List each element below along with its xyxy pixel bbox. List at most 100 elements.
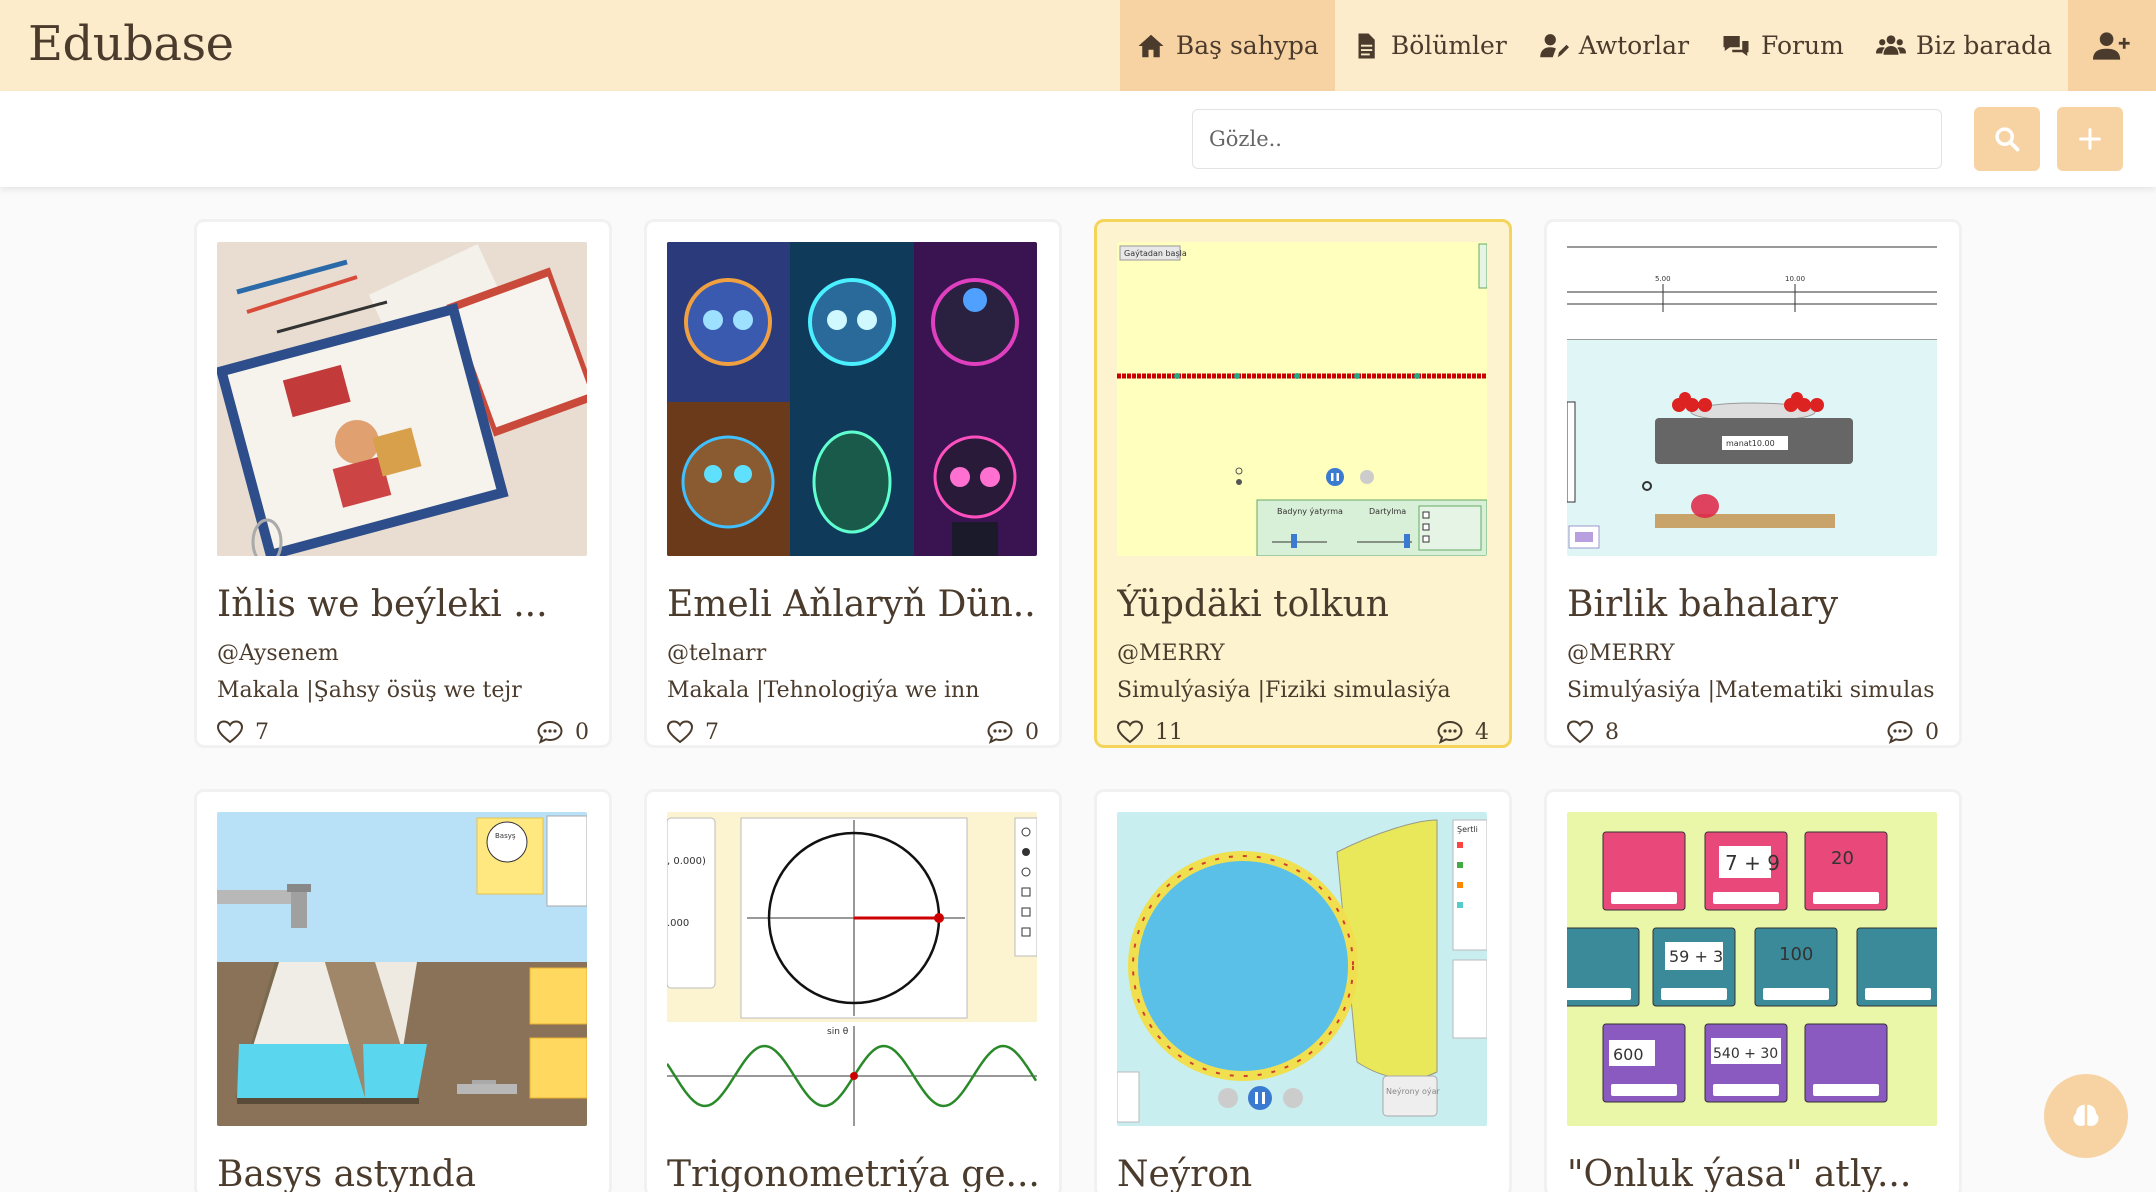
comment-button[interactable]: 0	[987, 720, 1039, 745]
comment-button[interactable]: 4	[1437, 720, 1489, 745]
search-icon	[1995, 127, 2020, 152]
card-author[interactable]: @telnarr	[667, 641, 1039, 666]
card-title[interactable]: Iňlis we beýleki ...	[217, 584, 589, 625]
like-count: 11	[1155, 719, 1183, 745]
post-card[interactable]: , 0.000) .000 sin θ Trigonometriýa ge...	[644, 789, 1062, 1192]
like-button[interactable]: 11	[1117, 720, 1183, 745]
wave-reset-label: Gaýtadan başla	[1124, 249, 1187, 258]
nav-about-label: Biz barada	[1915, 31, 2052, 60]
search-input[interactable]	[1192, 109, 1942, 169]
comments-icon	[1723, 35, 1749, 56]
game-card-2: 20	[1831, 848, 1854, 869]
card-footer: 7 0	[217, 719, 589, 745]
game-card-5: 600	[1613, 1045, 1644, 1064]
card-title[interactable]: Neýron	[1117, 1154, 1489, 1192]
post-card[interactable]: Emeli Aňlaryň Dün... @telnarr Makala |Te…	[644, 219, 1062, 748]
card-title[interactable]: "Onluk ýasa" atly...	[1567, 1154, 1939, 1192]
comment-count: 4	[1475, 719, 1489, 745]
wave-on-string-sim: Gaýtadan başla Badyny ýatyrma Dartylma	[1117, 242, 1487, 556]
register-button[interactable]	[2068, 0, 2156, 91]
comment-button[interactable]: 0	[1887, 720, 1939, 745]
post-card[interactable]: Iňlis we beýleki ... @Aysenem Makala |Şa…	[194, 219, 612, 748]
search-button[interactable]	[1974, 107, 2040, 171]
neuron-sim: Şertli Neýrony oýar	[1117, 812, 1487, 1126]
card-thumbnail	[667, 242, 1037, 556]
document-icon	[1358, 33, 1375, 58]
add-button[interactable]	[2057, 107, 2123, 171]
card-category: Makala |Tehnologiýa we inn	[667, 678, 980, 703]
card-author[interactable]: @MERRY	[1567, 641, 1939, 666]
like-button[interactable]: 7	[217, 720, 269, 745]
game-card-6: 540 + 30	[1713, 1046, 1778, 1062]
comment-icon	[987, 720, 1013, 744]
brain-icon	[2073, 1104, 2099, 1126]
under-pressure-sim: Basyş	[217, 812, 587, 1126]
card-author[interactable]: @Aysenem	[217, 641, 589, 666]
card-category: Simulýasiýa |Matematiki simulas	[1567, 678, 1935, 703]
main-nav: Baş sahypa Bölümler Awtorlar Forum Biz b…	[1119, 0, 2156, 91]
heart-icon	[1117, 720, 1143, 744]
wave-damping-label: Badyny ýatyrma	[1277, 507, 1343, 516]
card-thumbnail: Gaýtadan başla Badyny ýatyrma Dartylma	[1117, 242, 1487, 556]
trig-sin-label: sin θ	[827, 1027, 849, 1037]
search-bar	[0, 91, 2156, 187]
post-card[interactable]: Şertli Neýrony oýar Neýron	[1094, 789, 1512, 1192]
card-title[interactable]: Birlik bahalary	[1567, 584, 1939, 625]
post-card[interactable]: Gaýtadan başla Badyny ýatyrma Dartylma Ý…	[1094, 219, 1512, 748]
nav-sections[interactable]: Bölümler	[1335, 0, 1523, 91]
card-title[interactable]: Ýüpdäki tolkun	[1117, 584, 1489, 625]
card-title[interactable]: Trigonometriýa ge...	[667, 1154, 1039, 1192]
nav-about[interactable]: Biz barada	[1860, 0, 2068, 91]
game-card-4: 100	[1779, 944, 1813, 965]
card-category: Makala |Şahsy ösüş we tejr	[217, 678, 522, 703]
card-thumbnail: Şertli Neýrony oýar	[1117, 812, 1487, 1126]
like-button[interactable]: 8	[1567, 720, 1619, 745]
trig-coord-readout: , 0.000)	[667, 856, 706, 867]
unit-price-label: manat10.00	[1726, 439, 1775, 448]
post-card[interactable]: 7 + 9 20 59 + 3 100 600 540 + 30 "Onluk …	[1544, 789, 1962, 1192]
comment-count: 0	[1925, 719, 1939, 745]
card-thumbnail: 5.00 10.00 manat10.00	[1567, 242, 1937, 556]
top-navbar: Edubase Baş sahypa Bölümler Awtorlar For…	[0, 0, 2156, 91]
nav-home-label: Baş sahypa	[1175, 31, 1319, 60]
unit-tick-a: 5.00	[1655, 275, 1671, 283]
like-button[interactable]: 7	[667, 720, 719, 745]
like-count: 7	[255, 719, 269, 745]
floating-action-button[interactable]	[2044, 1074, 2128, 1158]
trig-value-readout: .000	[667, 918, 689, 929]
ai-robots-poster	[667, 242, 1037, 556]
trig-tour-sim: , 0.000) .000 sin θ	[667, 812, 1037, 1126]
card-category: Simulýasiýa |Fiziki simulasiýa	[1117, 678, 1451, 703]
card-thumbnail: , 0.000) .000 sin θ	[667, 812, 1037, 1126]
post-card[interactable]: Basyş Basys astynda	[194, 789, 612, 1192]
nav-authors[interactable]: Awtorlar	[1523, 0, 1705, 91]
game-card-1: 7 + 9	[1725, 851, 1780, 875]
heart-icon	[1567, 720, 1593, 744]
card-author[interactable]: @MERRY	[1117, 641, 1489, 666]
comment-count: 0	[1025, 719, 1039, 745]
nav-forum[interactable]: Forum	[1705, 0, 1860, 91]
nav-home[interactable]: Baş sahypa	[1119, 0, 1335, 91]
card-title[interactable]: Emeli Aňlaryň Dün...	[667, 584, 1039, 625]
wave-tension-label: Dartylma	[1369, 507, 1406, 516]
heart-icon	[667, 720, 693, 744]
game-card-3: 59 + 3	[1669, 947, 1723, 966]
comment-icon	[537, 720, 563, 744]
neuron-panel-label: Şertli	[1457, 825, 1478, 834]
card-footer: 7 0	[667, 719, 1039, 745]
card-footer: 11 4	[1117, 719, 1489, 745]
post-card[interactable]: 5.00 10.00 manat10.00 Birlik bahalary @M…	[1544, 219, 1962, 748]
comment-button[interactable]: 0	[537, 720, 589, 745]
brand-logo[interactable]: Edubase	[28, 16, 234, 72]
notebook-photo	[217, 242, 587, 556]
unit-rates-sim: 5.00 10.00 manat10.00	[1567, 242, 1937, 556]
card-title[interactable]: Basys astynda	[217, 1154, 589, 1192]
make-ten-game: 7 + 9 20 59 + 3 100 600 540 + 30	[1567, 812, 1937, 1126]
home-icon	[1138, 34, 1164, 57]
like-count: 7	[705, 719, 719, 745]
like-count: 8	[1605, 719, 1619, 745]
card-footer: 8 0	[1567, 719, 1939, 745]
card-thumbnail: Basyş	[217, 812, 587, 1126]
users-icon	[1875, 34, 1906, 55]
plus-icon	[2079, 128, 2101, 150]
